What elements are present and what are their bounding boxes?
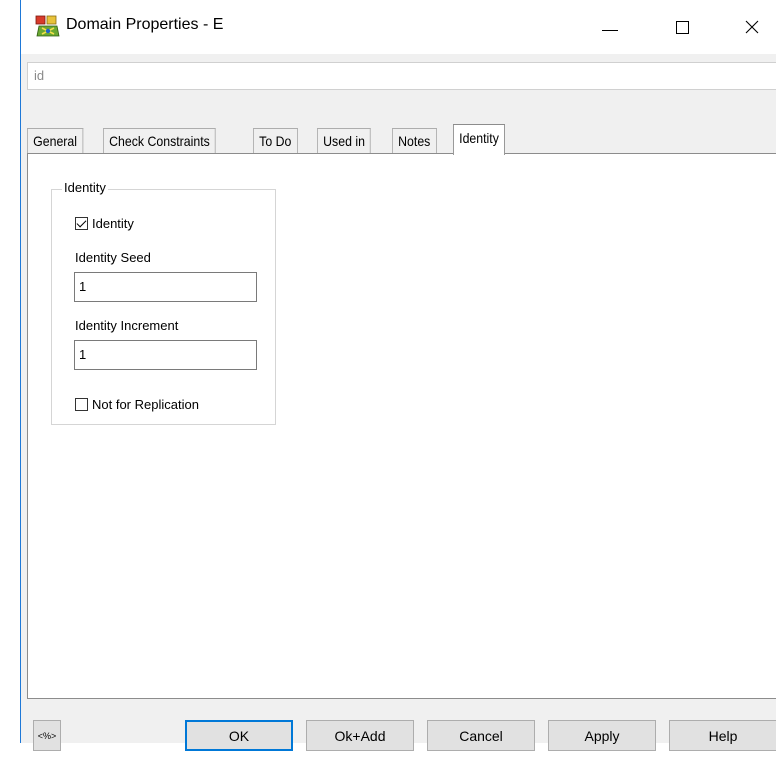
cancel-button[interactable]: Cancel	[427, 720, 535, 751]
tab-notes[interactable]: Notes	[392, 128, 437, 154]
ok-button[interactable]: OK	[185, 720, 293, 751]
domain-properties-icon	[35, 15, 60, 37]
window-title: Domain Properties - E	[66, 16, 224, 33]
ok-add-button[interactable]: Ok+Add	[306, 720, 414, 751]
apply-button[interactable]: Apply	[548, 720, 656, 751]
tab-check-constraints[interactable]: Check Constraints	[103, 128, 216, 154]
identity-groupbox: Identity Identity Identity Seed 1 Identi…	[51, 180, 276, 425]
tab-used-in[interactable]: Used in	[317, 128, 372, 154]
not-for-replication-label: Not for Replication	[92, 397, 199, 412]
identity-group-title: Identity	[62, 180, 108, 195]
minimize-icon	[602, 29, 618, 31]
title-bar[interactable]: Domain Properties - E	[21, 0, 776, 54]
not-for-replication-row[interactable]: Not for Replication	[75, 397, 199, 412]
name-combo[interactable]: id ⌄	[27, 62, 776, 90]
identity-seed-input[interactable]: 1	[74, 272, 257, 302]
not-for-replication-checkbox[interactable]	[75, 398, 88, 411]
identity-seed-label: Identity Seed	[75, 250, 151, 265]
identity-checkbox-label: Identity	[92, 216, 134, 231]
identity-checkbox[interactable]	[75, 217, 88, 230]
button-bar: <%> OK Ok+Add Cancel Apply Help	[21, 700, 776, 751]
identity-checkbox-row[interactable]: Identity	[75, 216, 134, 231]
tab-identity[interactable]: Identity	[453, 124, 506, 155]
close-icon	[745, 20, 759, 34]
dialog-window: Domain Properties - E id ⌄ General Check…	[20, 0, 776, 751]
identity-increment-input[interactable]: 1	[74, 340, 257, 370]
code-button[interactable]: <%>	[33, 720, 61, 751]
minimize-button[interactable]	[586, 0, 634, 54]
maximize-button[interactable]	[658, 0, 706, 54]
name-combo-value: id	[34, 68, 45, 83]
identity-increment-label: Identity Increment	[75, 318, 179, 333]
maximize-icon	[675, 20, 689, 34]
close-button[interactable]	[728, 0, 776, 54]
help-button[interactable]: Help	[669, 720, 776, 751]
tab-to-do[interactable]: To Do	[253, 128, 298, 154]
tab-general[interactable]: General	[27, 128, 84, 154]
identity-tab-panel: Identity Identity Identity Seed 1 Identi…	[27, 153, 776, 699]
